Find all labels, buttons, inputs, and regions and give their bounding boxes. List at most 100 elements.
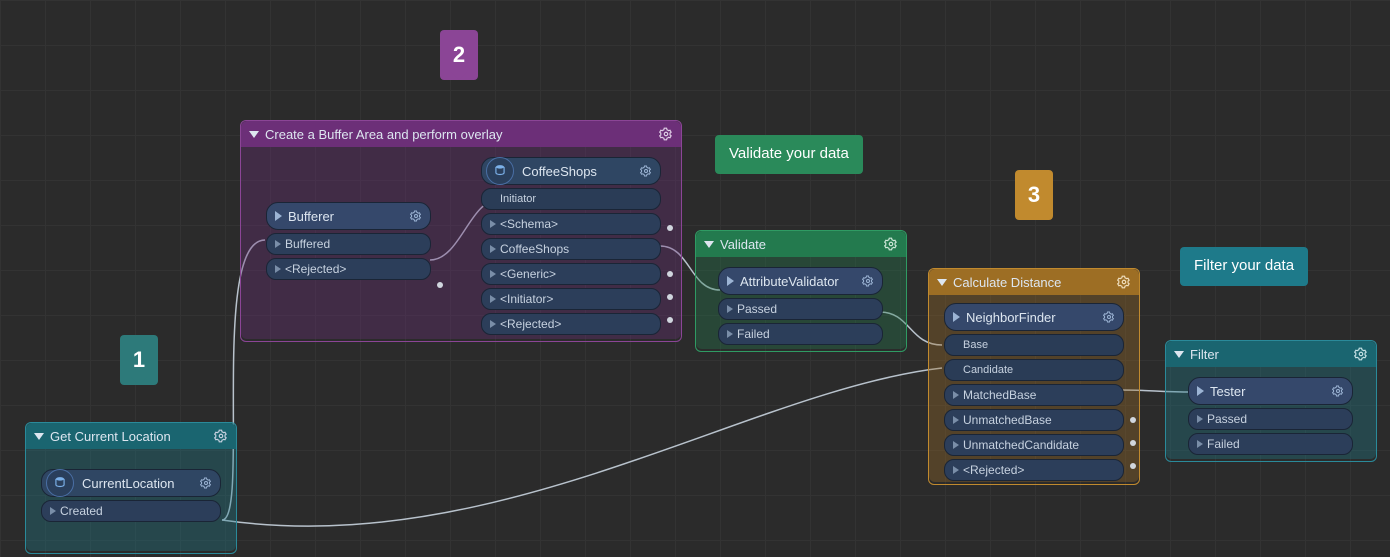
port-passed[interactable]: Passed [718,298,883,320]
port-candidate-in[interactable]: Candidate [944,359,1124,381]
gear-icon[interactable] [1354,347,1368,361]
workflow-canvas[interactable]: { "badges": { "one": "1", "two": "2", "t… [0,0,1390,557]
node-neighbor-finder[interactable]: NeighborFinder Base Candidate MatchedBas… [944,303,1124,481]
group-header[interactable]: Create a Buffer Area and perform overlay [241,121,681,147]
port-label: Buffered [285,237,330,251]
port-label: UnmatchedBase [963,413,1052,427]
tooltip-validate-text: Validate your data [729,145,849,162]
node-header[interactable]: CurrentLocation [41,469,221,497]
port-arrow-icon [490,245,496,253]
node-header[interactable]: NeighborFinder [944,303,1124,331]
port-rejected[interactable]: <Rejected> [944,459,1124,481]
gear-icon[interactable] [659,127,673,141]
port-arrow-icon [1197,440,1203,448]
port-generic[interactable]: <Generic> [481,263,661,285]
port-rejected[interactable]: <Rejected> [266,258,431,280]
port-base-in[interactable]: Base [944,334,1124,356]
group-calculate-distance[interactable]: Calculate Distance NeighborFinder Base C… [928,268,1140,485]
gear-icon[interactable] [1332,385,1344,397]
node-header[interactable]: Tester [1188,377,1353,405]
port-arrow-icon [727,305,733,313]
port-passed[interactable]: Passed [1188,408,1353,430]
transformer-icon [1197,386,1204,396]
port-failed[interactable]: Failed [1188,433,1353,455]
node-title: AttributeValidator [740,274,856,289]
port-initiator-in[interactable]: Initiator [481,188,661,210]
node-header[interactable]: AttributeValidator [718,267,883,295]
group-buffer-overlay[interactable]: Create a Buffer Area and perform overlay… [240,120,682,342]
port-arrow-icon [490,320,496,328]
port-created[interactable]: Created [41,500,221,522]
port-coffeeshops[interactable]: CoffeeShops [481,238,661,260]
port-arrow-icon [275,265,281,273]
gear-icon[interactable] [884,237,898,251]
collapse-icon[interactable] [34,433,44,440]
node-tester[interactable]: Tester Passed Failed [1188,377,1353,455]
node-header[interactable]: CoffeeShops [481,157,661,185]
port-label: Initiator [500,193,536,205]
port-rejected[interactable]: <Rejected> [481,313,661,335]
group-filter[interactable]: Filter Tester Passed Failed [1165,340,1377,462]
tooltip-validate: Validate your data [715,135,863,174]
collapse-icon[interactable] [937,279,947,286]
connection-dot [1130,463,1136,469]
group-header[interactable]: Validate [696,231,906,257]
port-initiator[interactable]: <Initiator> [481,288,661,310]
group-get-current-location[interactable]: Get Current Location CurrentLocation Cre… [25,422,237,554]
datasource-icon [486,157,514,185]
port-label: UnmatchedCandidate [963,438,1079,452]
gear-icon[interactable] [1103,311,1115,323]
step-badge-3: 3 [1015,170,1053,220]
node-header[interactable]: Bufferer [266,202,431,230]
node-current-location[interactable]: CurrentLocation Created [41,469,221,522]
port-arrow-icon [953,466,959,474]
port-label: <Initiator> [500,292,553,306]
gear-icon[interactable] [410,210,422,222]
group-title: Get Current Location [50,429,208,444]
connection-dot [667,271,673,277]
gear-icon[interactable] [640,165,652,177]
node-attribute-validator[interactable]: AttributeValidator Passed Failed [718,267,883,345]
port-arrow-icon [490,270,496,278]
port-failed[interactable]: Failed [718,323,883,345]
node-title: CurrentLocation [82,476,194,491]
group-title: Create a Buffer Area and perform overlay [265,127,653,142]
port-label: MatchedBase [963,388,1036,402]
step-badge-1: 1 [120,335,158,385]
step-badge-2: 2 [440,30,478,80]
group-validate[interactable]: Validate AttributeValidator Passed Faile… [695,230,907,352]
node-coffeeshops[interactable]: CoffeeShops Initiator <Schema> CoffeeSho… [481,157,661,335]
port-schema[interactable]: <Schema> [481,213,661,235]
port-label: Candidate [963,364,1013,376]
group-title: Validate [720,237,878,252]
port-label: Created [60,504,103,518]
port-label: Base [963,339,988,351]
port-label: <Rejected> [500,317,561,331]
collapse-icon[interactable] [1174,351,1184,358]
collapse-icon[interactable] [249,131,259,138]
port-matched-base[interactable]: MatchedBase [944,384,1124,406]
datasource-icon [46,469,74,497]
port-unmatched-candidate[interactable]: UnmatchedCandidate [944,434,1124,456]
port-label: Failed [737,327,770,341]
port-unmatched-base[interactable]: UnmatchedBase [944,409,1124,431]
port-label: CoffeeShops [500,242,569,256]
port-arrow-icon [490,220,496,228]
gear-icon[interactable] [200,477,212,489]
port-label: Passed [737,302,777,316]
port-arrow-icon [953,416,959,424]
group-header[interactable]: Filter [1166,341,1376,367]
group-header[interactable]: Calculate Distance [929,269,1139,295]
gear-icon[interactable] [862,275,874,287]
node-title: Tester [1210,384,1326,399]
port-arrow-icon [727,330,733,338]
port-buffered[interactable]: Buffered [266,233,431,255]
collapse-icon[interactable] [704,241,714,248]
node-bufferer[interactable]: Bufferer Buffered <Rejected> [266,202,431,280]
gear-icon[interactable] [214,429,228,443]
node-title: Bufferer [288,209,404,224]
group-title: Calculate Distance [953,275,1111,290]
gear-icon[interactable] [1117,275,1131,289]
group-header[interactable]: Get Current Location [26,423,236,449]
connection-dot [1130,440,1136,446]
